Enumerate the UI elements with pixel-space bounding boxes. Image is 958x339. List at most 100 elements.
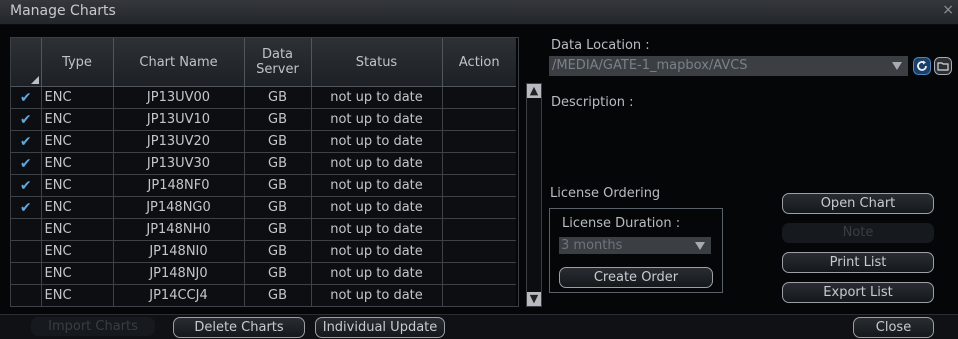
table-row[interactable]: ENC JP148NJ0 GB not up to date <box>11 262 516 285</box>
folder-icon[interactable] <box>934 57 952 75</box>
data-location-value: /MEDIA/GATE-1_mapbox/AVCS <box>552 58 748 73</box>
title-bar: Manage Charts × <box>0 0 958 25</box>
scroll-down-icon[interactable]: ▼ <box>527 292 541 306</box>
cell-status: not up to date <box>311 218 443 241</box>
cell-chart-name: JP13UV10 <box>113 108 245 131</box>
cell-action[interactable] <box>442 108 516 131</box>
cell-chart-name: JP13UV20 <box>113 130 245 153</box>
export-list-button[interactable]: Export List <box>782 282 934 303</box>
cell-action[interactable] <box>442 262 516 285</box>
row-checkbox[interactable]: ✔ <box>11 86 42 109</box>
cell-type: ENC <box>41 196 114 219</box>
cell-action[interactable] <box>442 284 516 307</box>
license-ordering-label: License Ordering <box>550 186 661 201</box>
cell-type: ENC <box>41 152 114 175</box>
table-row[interactable]: ✔ ENC JP13UV30 GB not up to date <box>11 152 516 175</box>
cell-data-server: GB <box>244 86 312 109</box>
license-duration-label: License Duration : <box>562 216 681 231</box>
header-data-server-line1: Data <box>261 47 294 62</box>
cell-type: ENC <box>41 86 114 109</box>
duration-chevron-down-icon[interactable] <box>695 242 705 250</box>
close-button[interactable]: Close <box>853 317 934 338</box>
table-scrollbar[interactable]: ▲ ▼ <box>526 83 542 307</box>
cell-status: not up to date <box>311 174 443 197</box>
row-checkbox[interactable]: ✔ <box>11 152 42 175</box>
table-row[interactable]: ✔ ENC JP148NF0 GB not up to date <box>11 174 516 197</box>
cell-chart-name: JP148NJ0 <box>113 262 245 285</box>
cell-status: not up to date <box>311 284 443 307</box>
cell-type: ENC <box>41 174 114 197</box>
window-title: Manage Charts <box>10 3 116 19</box>
cell-status: not up to date <box>311 240 443 263</box>
delete-charts-button[interactable]: Delete Charts <box>173 317 305 338</box>
cell-chart-name: JP148NG0 <box>113 196 245 219</box>
cell-data-server: GB <box>244 174 312 197</box>
bottom-bar: Import Charts Delete Charts Individual U… <box>0 314 958 339</box>
cell-chart-name: JP148NH0 <box>113 218 245 241</box>
row-checkbox[interactable] <box>11 218 42 241</box>
refresh-icon[interactable] <box>913 57 931 75</box>
license-duration-dropdown[interactable]: 3 months <box>559 237 711 254</box>
cell-action[interactable] <box>442 152 516 175</box>
cell-chart-name: JP148NI0 <box>113 240 245 263</box>
create-order-button[interactable]: Create Order <box>559 267 713 288</box>
cell-data-server: GB <box>244 218 312 241</box>
row-checkbox[interactable] <box>11 262 42 285</box>
cell-type: ENC <box>41 108 114 131</box>
cell-chart-name: JP13UV30 <box>113 152 245 175</box>
cell-data-server: GB <box>244 108 312 131</box>
window-content: Type Chart Name Data Server Status Actio… <box>0 25 958 339</box>
cell-data-server: GB <box>244 240 312 263</box>
row-checkbox[interactable]: ✔ <box>11 196 42 219</box>
cell-status: not up to date <box>311 108 443 131</box>
cell-action[interactable] <box>442 218 516 241</box>
import-charts-button[interactable]: Import Charts <box>31 317 155 336</box>
cell-chart-name: JP13UV00 <box>113 86 245 109</box>
license-duration-value: 3 months <box>561 238 623 253</box>
table-row[interactable]: ✔ ENC JP13UV10 GB not up to date <box>11 108 516 131</box>
cell-status: not up to date <box>311 152 443 175</box>
row-checkbox[interactable] <box>11 240 42 263</box>
cell-action[interactable] <box>442 196 516 219</box>
row-checkbox[interactable] <box>11 284 42 307</box>
cell-action[interactable] <box>442 130 516 153</box>
cell-action[interactable] <box>442 86 516 109</box>
print-list-button[interactable]: Print List <box>782 252 934 273</box>
individual-update-button[interactable]: Individual Update <box>315 317 445 338</box>
cell-type: ENC <box>41 218 114 241</box>
table-row[interactable]: ✔ ENC JP13UV20 GB not up to date <box>11 130 516 153</box>
open-chart-button[interactable]: Open Chart <box>782 193 934 214</box>
cell-data-server: GB <box>244 152 312 175</box>
charts-table: Type Chart Name Data Server Status Actio… <box>10 37 519 307</box>
table-row[interactable]: ✔ ENC JP148NG0 GB not up to date <box>11 196 516 219</box>
row-checkbox[interactable]: ✔ <box>11 108 42 131</box>
table-row[interactable]: ENC JP148NH0 GB not up to date <box>11 218 516 241</box>
table-row[interactable]: ✔ ENC JP13UV00 GB not up to date <box>11 86 516 109</box>
header-data-server[interactable]: Data Server <box>244 38 312 87</box>
note-button[interactable]: Note <box>782 223 934 243</box>
cell-data-server: GB <box>244 130 312 153</box>
scroll-up-icon[interactable]: ▲ <box>527 84 541 98</box>
cell-type: ENC <box>41 262 114 285</box>
cell-type: ENC <box>41 240 114 263</box>
header-chart-name[interactable]: Chart Name <box>113 38 245 87</box>
header-data-server-line2: Server <box>256 62 299 77</box>
header-status[interactable]: Status <box>311 38 443 87</box>
cell-action[interactable] <box>442 240 516 263</box>
table-row[interactable]: ENC JP14CCJ4 GB not up to date <box>11 284 516 307</box>
cell-type: ENC <box>41 284 114 307</box>
cell-data-server: GB <box>244 196 312 219</box>
row-checkbox[interactable]: ✔ <box>11 174 42 197</box>
data-location-dropdown[interactable]: /MEDIA/GATE-1_mapbox/AVCS <box>549 56 908 76</box>
data-location-label: Data Location : <box>551 38 650 53</box>
header-select-all[interactable] <box>11 38 42 87</box>
manage-charts-window: Manage Charts × Type Chart Name Data Ser… <box>0 0 958 339</box>
table-row[interactable]: ENC JP148NI0 GB not up to date <box>11 240 516 263</box>
cell-status: not up to date <box>311 86 443 109</box>
row-checkbox[interactable]: ✔ <box>11 130 42 153</box>
cell-action[interactable] <box>442 174 516 197</box>
chevron-down-icon[interactable] <box>892 62 902 70</box>
window-close-icon[interactable]: × <box>942 2 954 18</box>
header-action[interactable]: Action <box>442 38 516 87</box>
header-type[interactable]: Type <box>41 38 114 87</box>
